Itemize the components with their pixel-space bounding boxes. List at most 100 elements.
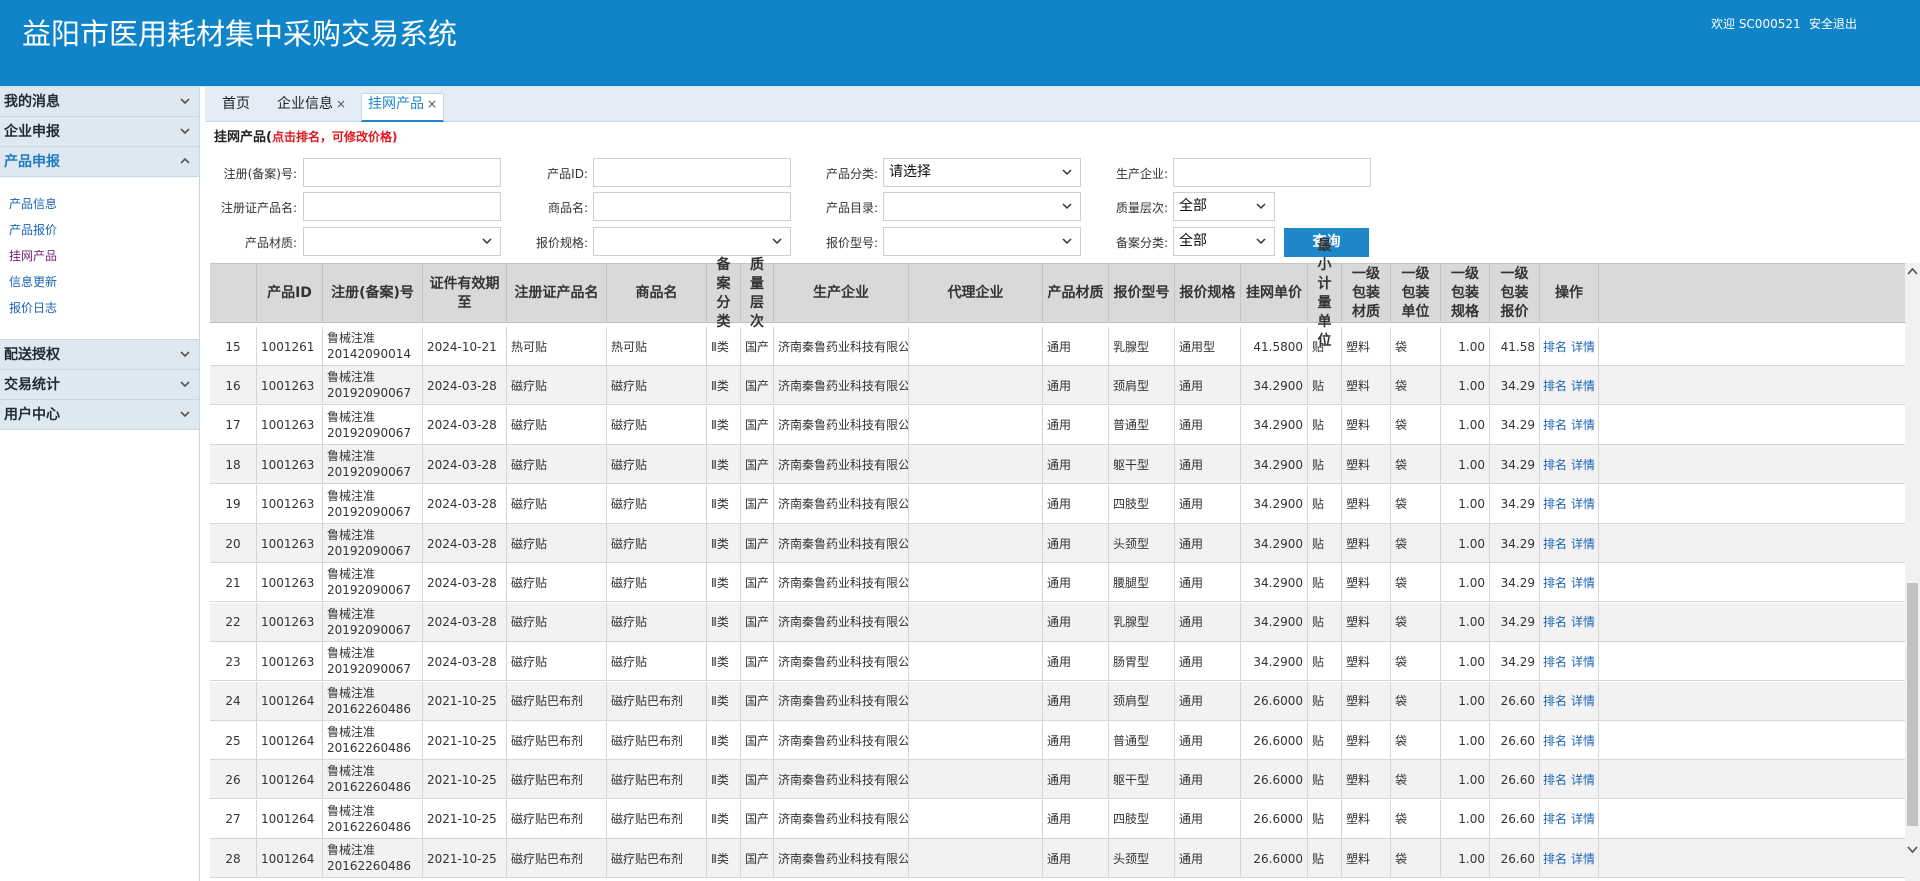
detail-link[interactable]: 详情 (1571, 496, 1595, 512)
cell-quality: 国产 (741, 366, 774, 406)
rank-link[interactable]: 排名 (1543, 811, 1567, 827)
cell-material: 通用 (1043, 524, 1109, 563)
sidebar-group-stats[interactable]: 交易统计 (0, 370, 199, 400)
logout-link[interactable]: 安全退出 (1809, 16, 1857, 32)
category-select[interactable]: 请选择 (883, 158, 1081, 187)
sidebar-item-listed-products[interactable]: 挂网产品 (0, 243, 199, 269)
cell-product-id: 1001263 (257, 524, 323, 563)
detail-link[interactable]: 详情 (1571, 811, 1595, 827)
detail-link[interactable]: 详情 (1571, 772, 1595, 788)
tab-home[interactable]: 首页 (222, 93, 250, 122)
product-id-input[interactable] (593, 158, 791, 187)
sidebar-group-label: 企业申报 (4, 124, 60, 140)
sidebar-group-user[interactable]: 用户中心 (0, 400, 199, 430)
rank-link[interactable]: 排名 (1543, 772, 1567, 788)
detail-link[interactable]: 详情 (1571, 417, 1595, 433)
quote-spec-select[interactable] (593, 227, 791, 256)
cell-trade-name: 磁疗贴巴布剂 (607, 681, 707, 721)
detail-link[interactable]: 详情 (1571, 457, 1595, 473)
cell-quote-model: 四肢型 (1109, 484, 1175, 524)
cell-pkg-material: 塑料 (1342, 721, 1391, 760)
material-select[interactable] (303, 227, 501, 256)
vertical-scrollbar[interactable] (1905, 263, 1920, 881)
cell-min-unit: 贴 (1308, 760, 1342, 800)
rank-link[interactable]: 排名 (1543, 733, 1567, 749)
manufacturer-input[interactable] (1173, 158, 1371, 187)
table-row[interactable]: 24 1001264 鲁械注准 20162260486 2021-10-25 磁疗贴巴布剂… (210, 681, 1905, 721)
table-row[interactable]: 18 1001263 鲁械注准 20192090067 2024-03-28 磁疗贴 磁疗贴… (210, 445, 1905, 485)
sidebar-group-product[interactable]: 产品申报 (0, 147, 199, 177)
detail-link[interactable]: 详情 (1571, 851, 1595, 867)
quote-model-select[interactable] (883, 227, 1081, 256)
cell-pkg-unit: 袋 (1391, 839, 1441, 879)
detail-link[interactable]: 详情 (1571, 693, 1595, 709)
rank-link[interactable]: 排名 (1543, 693, 1567, 709)
table-row[interactable]: 20 1001263 鲁械注准 20192090067 2024-03-28 磁疗贴 磁疗贴… (210, 524, 1905, 563)
rank-link[interactable]: 排名 (1543, 496, 1567, 512)
detail-link[interactable]: 详情 (1571, 378, 1595, 394)
rank-link[interactable]: 排名 (1543, 339, 1567, 355)
reg-no-input[interactable] (303, 158, 501, 187)
cell-quote-spec: 通用 (1175, 799, 1241, 839)
detail-link[interactable]: 详情 (1571, 614, 1595, 630)
sidebar-group-company[interactable]: 企业申报 (0, 117, 199, 147)
tab-listed-products[interactable]: 挂网产品 × (361, 93, 445, 122)
cert-name-input[interactable] (303, 192, 501, 221)
close-icon[interactable]: × (427, 97, 437, 111)
quality-select[interactable]: 全部 (1173, 192, 1275, 221)
sidebar-item-product-quote[interactable]: 产品报价 (0, 217, 199, 243)
table-row[interactable]: 16 1001263 鲁械注准 20192090067 2024-03-28 磁疗贴 磁疗贴… (210, 366, 1905, 406)
rank-link[interactable]: 排名 (1543, 536, 1567, 552)
sidebar-item-product-info[interactable]: 产品信息 (0, 191, 199, 217)
table-row[interactable]: 21 1001263 鲁械注准 20192090067 2024-03-28 磁疗贴 磁疗贴… (210, 563, 1905, 603)
cell-cert-name: 磁疗贴 (507, 445, 607, 485)
scrollbar-thumb[interactable] (1907, 583, 1918, 826)
catalog-select[interactable] (883, 192, 1081, 221)
table-row[interactable]: 27 1001264 鲁械注准 20162260486 2021-10-25 磁疗贴巴布剂… (210, 799, 1905, 839)
detail-link[interactable]: 详情 (1571, 733, 1595, 749)
cell-quote-model: 肠胃型 (1109, 642, 1175, 682)
cell-min-unit: 贴 (1308, 839, 1342, 879)
scroll-down-icon[interactable] (1905, 841, 1920, 858)
reg-number: 20192090067 (327, 662, 411, 677)
sidebar-group-delivery[interactable]: 配送授权 (0, 340, 199, 370)
cell-cert-name: 磁疗贴 (507, 642, 607, 682)
record-type-select[interactable]: 全部 (1173, 227, 1275, 256)
table-row[interactable]: 22 1001263 鲁械注准 20192090067 2024-03-28 磁疗贴 磁疗贴… (210, 602, 1905, 642)
tab-label: 挂网产品 (368, 96, 424, 112)
trade-name-input[interactable] (593, 192, 791, 221)
detail-link[interactable]: 详情 (1571, 536, 1595, 552)
detail-link[interactable]: 详情 (1571, 654, 1595, 670)
scroll-up-icon[interactable] (1905, 263, 1920, 280)
rank-link[interactable]: 排名 (1543, 851, 1567, 867)
rank-link[interactable]: 排名 (1543, 575, 1567, 591)
rank-link[interactable]: 排名 (1543, 614, 1567, 630)
close-icon[interactable]: × (336, 97, 346, 111)
cell-quote-spec: 通用 (1175, 445, 1241, 485)
rank-link[interactable]: 排名 (1543, 378, 1567, 394)
rank-link[interactable]: 排名 (1543, 417, 1567, 433)
detail-link[interactable]: 详情 (1571, 339, 1595, 355)
table-row[interactable]: 17 1001263 鲁械注准 20192090067 2024-03-28 磁疗贴 磁疗贴… (210, 405, 1905, 445)
sidebar-item-quote-log[interactable]: 报价日志 (0, 295, 199, 321)
cell-pkg-material: 塑料 (1342, 839, 1391, 879)
sidebar-group-messages[interactable]: 我的消息 (0, 87, 199, 117)
cell-quality: 国产 (741, 681, 774, 721)
table-row[interactable]: 28 1001264 鲁械注准 20162260486 2021-10-25 磁疗贴巴布剂… (210, 839, 1905, 879)
table-row[interactable]: 15 1001261 鲁械注准 20142090014 2024-10-21 热可贴 热可贴… (210, 327, 1905, 366)
table-row[interactable]: 19 1001263 鲁械注准 20192090067 2024-03-28 磁疗贴 磁疗贴… (210, 484, 1905, 524)
table-row[interactable]: 23 1001263 鲁械注准 20192090067 2024-03-28 磁疗贴 磁疗贴… (210, 642, 1905, 682)
rank-link[interactable]: 排名 (1543, 457, 1567, 473)
cell-manufacturer: 济南秦鲁药业科技有限公司 (774, 721, 909, 760)
cell-min-unit: 贴 (1308, 484, 1342, 524)
rank-link[interactable]: 排名 (1543, 654, 1567, 670)
cell-valid-until: 2024-03-28 (423, 445, 507, 485)
table-row[interactable]: 25 1001264 鲁械注准 20162260486 2021-10-25 磁疗贴巴布剂… (210, 721, 1905, 760)
cell-min-unit: 贴 (1308, 799, 1342, 839)
column-header-pkg-price: 一级包装报价 (1490, 264, 1540, 323)
sidebar-item-info-update[interactable]: 信息更新 (0, 269, 199, 295)
cell-pkg-price: 34.29 (1490, 524, 1540, 563)
detail-link[interactable]: 详情 (1571, 575, 1595, 591)
table-row[interactable]: 26 1001264 鲁械注准 20162260486 2021-10-25 磁疗贴巴布剂… (210, 760, 1905, 800)
tab-company-info[interactable]: 企业信息 × (277, 93, 346, 122)
